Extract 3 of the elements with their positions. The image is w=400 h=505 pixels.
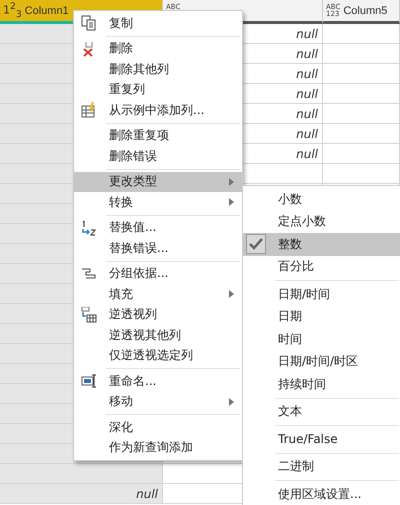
column-name: Column5 (343, 4, 388, 16)
table-cell: null (0, 484, 163, 504)
column-name: Column1 (24, 4, 69, 16)
